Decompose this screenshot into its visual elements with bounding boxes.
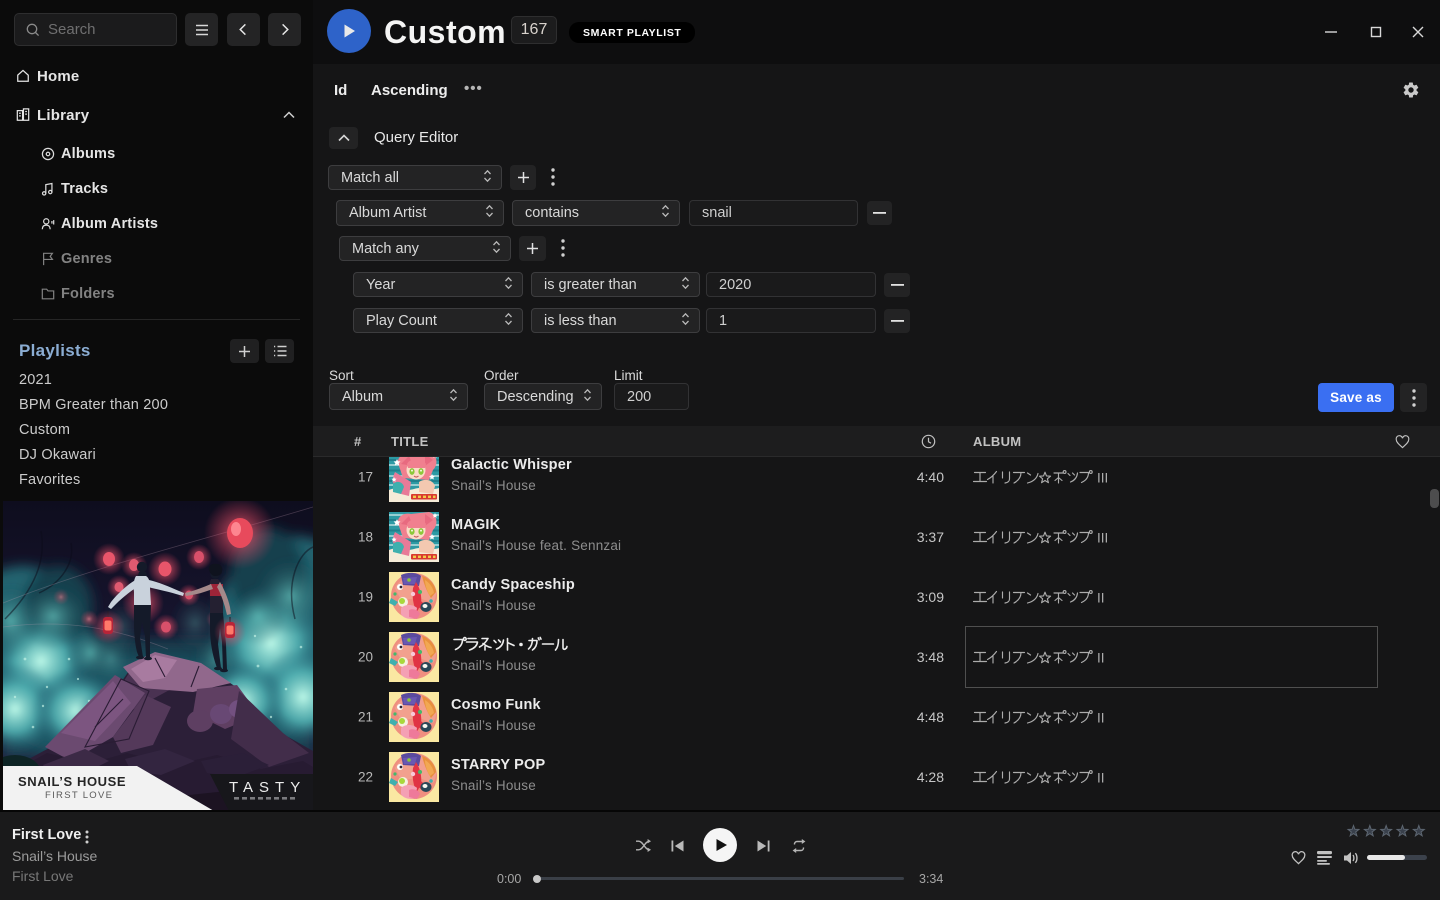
- svg-text:III: III: [1097, 531, 1108, 546]
- svg-text:III: III: [1097, 471, 1108, 486]
- svg-text:TASTY: TASTY: [229, 779, 306, 796]
- svg-text:II: II: [1097, 591, 1105, 606]
- svg-text:II: II: [1097, 771, 1105, 786]
- svg-text:FIRST LOVE: FIRST LOVE: [45, 790, 113, 801]
- svg-text:SNAIL’S HOUSE: SNAIL’S HOUSE: [18, 774, 126, 789]
- svg-text:II: II: [1097, 711, 1105, 726]
